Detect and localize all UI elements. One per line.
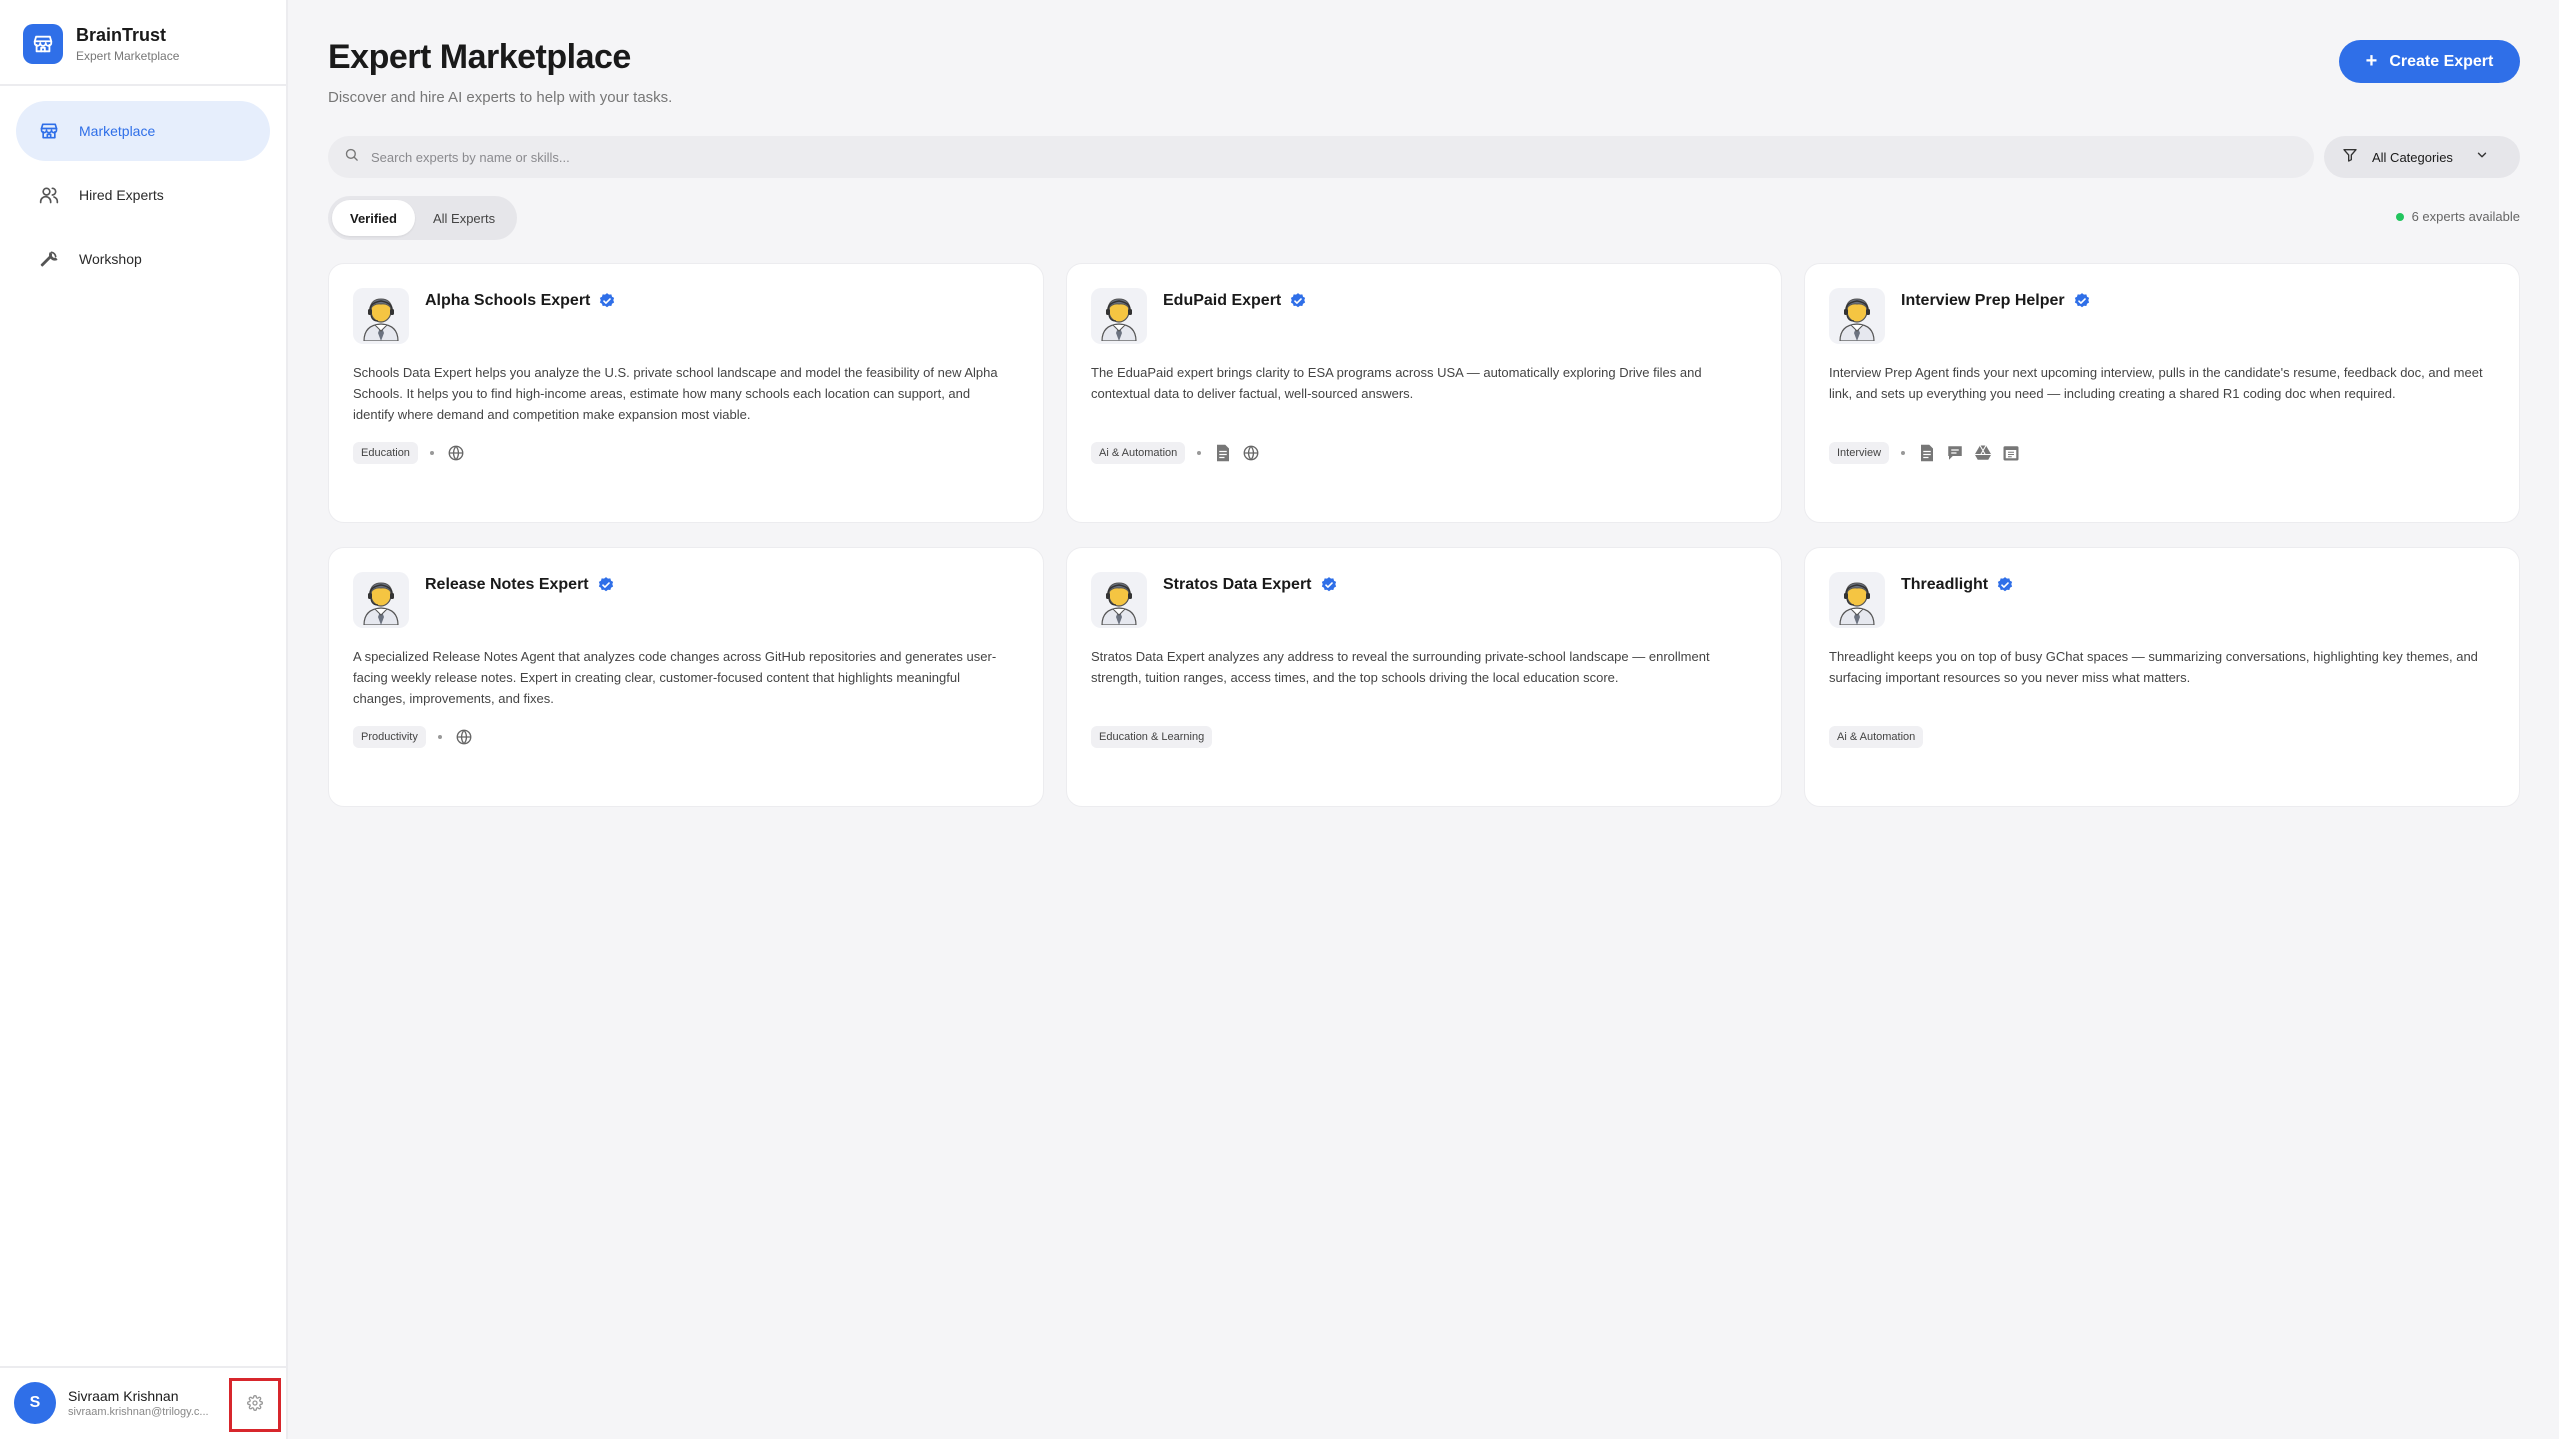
- expert-avatar: [1829, 288, 1885, 344]
- create-expert-label: Create Expert: [2389, 52, 2494, 70]
- search-input[interactable]: [371, 149, 2271, 165]
- filter-icon: [2342, 147, 2358, 168]
- expert-description: The EduaPaid expert brings clarity to ES…: [1091, 365, 1702, 401]
- expert-name: Release Notes Expert: [425, 576, 589, 593]
- expert-card[interactable]: Stratos Data Expert Stratos Data Expert …: [1066, 547, 1782, 807]
- user-name: Sivraam Krishnan: [68, 1387, 179, 1404]
- category-badge: Interview: [1829, 442, 1890, 464]
- sidebar-item-hired-experts[interactable]: Hired Experts: [16, 165, 270, 225]
- create-expert-button[interactable]: + Create Expert: [2339, 40, 2520, 83]
- sidebar-nav: Marketplace Hired Experts Workshop: [16, 101, 270, 293]
- category-badge: Education & Learning: [1091, 726, 1213, 748]
- chevron-down-icon: [2475, 148, 2489, 167]
- expert-tags: Education & Learning: [1091, 726, 1213, 748]
- tab-verified[interactable]: Verified: [332, 200, 415, 236]
- expert-avatar: [1091, 288, 1147, 344]
- expert-card[interactable]: Interview Prep Helper Interview Prep Age…: [1804, 263, 2520, 523]
- sidebar-item-label: Hired Experts: [79, 187, 164, 203]
- document-icon: [1213, 443, 1233, 463]
- expert-card[interactable]: Threadlight Threadlight keeps you on top…: [1804, 547, 2520, 807]
- separator-dot: [437, 735, 442, 739]
- main-content: Expert Marketplace Discover and hire AI …: [288, 0, 2559, 1439]
- expert-avatar: [1829, 572, 1885, 628]
- verified-badge-icon: [598, 292, 616, 310]
- globe-icon: [1241, 443, 1261, 463]
- expert-name: EduPaid Expert: [1163, 292, 1282, 309]
- verified-badge-icon: [1996, 576, 2014, 594]
- tab-all-experts[interactable]: All Experts: [415, 200, 513, 236]
- expert-avatar: [353, 288, 409, 344]
- brand-subtitle: Expert Marketplace: [76, 49, 180, 63]
- verified-badge-icon: [597, 576, 615, 594]
- page-title: Expert Marketplace: [328, 38, 631, 76]
- users-icon: [38, 184, 60, 206]
- verified-badge-icon: [1289, 292, 1307, 310]
- gear-icon: [247, 1394, 263, 1416]
- experts-available: 6 experts available: [2395, 209, 2520, 224]
- expert-card[interactable]: Alpha Schools Expert Schools Data Expert…: [328, 263, 1044, 523]
- expert-name: Alpha Schools Expert: [425, 292, 591, 309]
- verified-badge-icon: [1320, 576, 1338, 594]
- expert-tags: Ai & Automation: [1829, 726, 1924, 748]
- expert-tags: Education: [353, 442, 474, 464]
- store-icon: [38, 120, 60, 142]
- expert-description: Interview Prep Agent finds your next upc…: [1829, 365, 2483, 401]
- expert-avatar: [1091, 572, 1147, 628]
- brand-title: BrainTrust: [76, 25, 167, 45]
- separator-dot: [1197, 451, 1202, 455]
- expert-card[interactable]: Release Notes Expert A specialized Relea…: [328, 547, 1044, 807]
- expert-tags: Ai & Automation: [1091, 442, 1269, 464]
- status-dot: [2395, 212, 2404, 221]
- category-badge: Ai & Automation: [1091, 442, 1186, 464]
- expert-name: Threadlight: [1901, 576, 1989, 593]
- wrench-icon: [38, 248, 60, 270]
- search-icon: [344, 147, 359, 167]
- separator-dot: [429, 451, 434, 455]
- expert-name: Stratos Data Expert: [1163, 576, 1312, 593]
- expert-avatar: [353, 572, 409, 628]
- chat-icon: [1945, 443, 1965, 463]
- globe-icon: [446, 443, 466, 463]
- category-badge: Ai & Automation: [1829, 726, 1924, 748]
- verified-badge-icon: [2073, 292, 2091, 310]
- sidebar: BrainTrust Expert Marketplace Marketplac…: [0, 0, 288, 1439]
- globe-icon: [454, 727, 474, 747]
- settings-button[interactable]: [229, 1378, 281, 1432]
- category-filter[interactable]: All Categories: [2324, 136, 2520, 178]
- document-icon: [1917, 443, 1937, 463]
- user-email: sivraam.krishnan@trilogy.c...: [68, 1405, 209, 1418]
- expert-description: A specialized Release Notes Agent that a…: [353, 649, 997, 706]
- divider: [0, 84, 286, 86]
- plus-icon: +: [2365, 50, 2378, 72]
- user-profile[interactable]: S Sivraam Krishnan sivraam.krishnan@tril…: [14, 1382, 228, 1424]
- store-icon: [23, 24, 63, 64]
- category-badge: Education: [353, 442, 418, 464]
- experts-available-text: 6 experts available: [2411, 209, 2520, 224]
- expert-tags: Interview: [1829, 442, 2029, 464]
- sidebar-item-marketplace[interactable]: Marketplace: [16, 101, 270, 161]
- expert-card[interactable]: EduPaid Expert The EduaPaid expert bring…: [1066, 263, 1782, 523]
- divider: [0, 1366, 286, 1368]
- search-bar[interactable]: [328, 136, 2314, 178]
- calendar-icon: [2001, 443, 2021, 463]
- expert-name: Interview Prep Helper: [1901, 292, 2065, 309]
- sidebar-item-label: Workshop: [79, 251, 142, 267]
- separator-dot: [1901, 451, 1906, 455]
- expert-tabs: Verified All Experts: [328, 196, 518, 240]
- expert-description: Schools Data Expert helps you analyze th…: [353, 365, 998, 422]
- sidebar-item-label: Marketplace: [79, 123, 156, 139]
- category-filter-label: All Categories: [2372, 149, 2453, 165]
- expert-description: Stratos Data Expert analyzes any address…: [1091, 649, 1710, 685]
- expert-tags: Productivity: [353, 726, 482, 748]
- drive-icon: [1973, 443, 1993, 463]
- brand[interactable]: BrainTrust Expert Marketplace: [23, 24, 179, 64]
- expert-description: Threadlight keeps you on top of busy GCh…: [1829, 649, 2478, 685]
- sidebar-item-workshop[interactable]: Workshop: [16, 229, 270, 289]
- category-badge: Productivity: [353, 726, 426, 748]
- avatar: S: [14, 1382, 56, 1424]
- page-subtitle: Discover and hire AI experts to help wit…: [328, 89, 673, 106]
